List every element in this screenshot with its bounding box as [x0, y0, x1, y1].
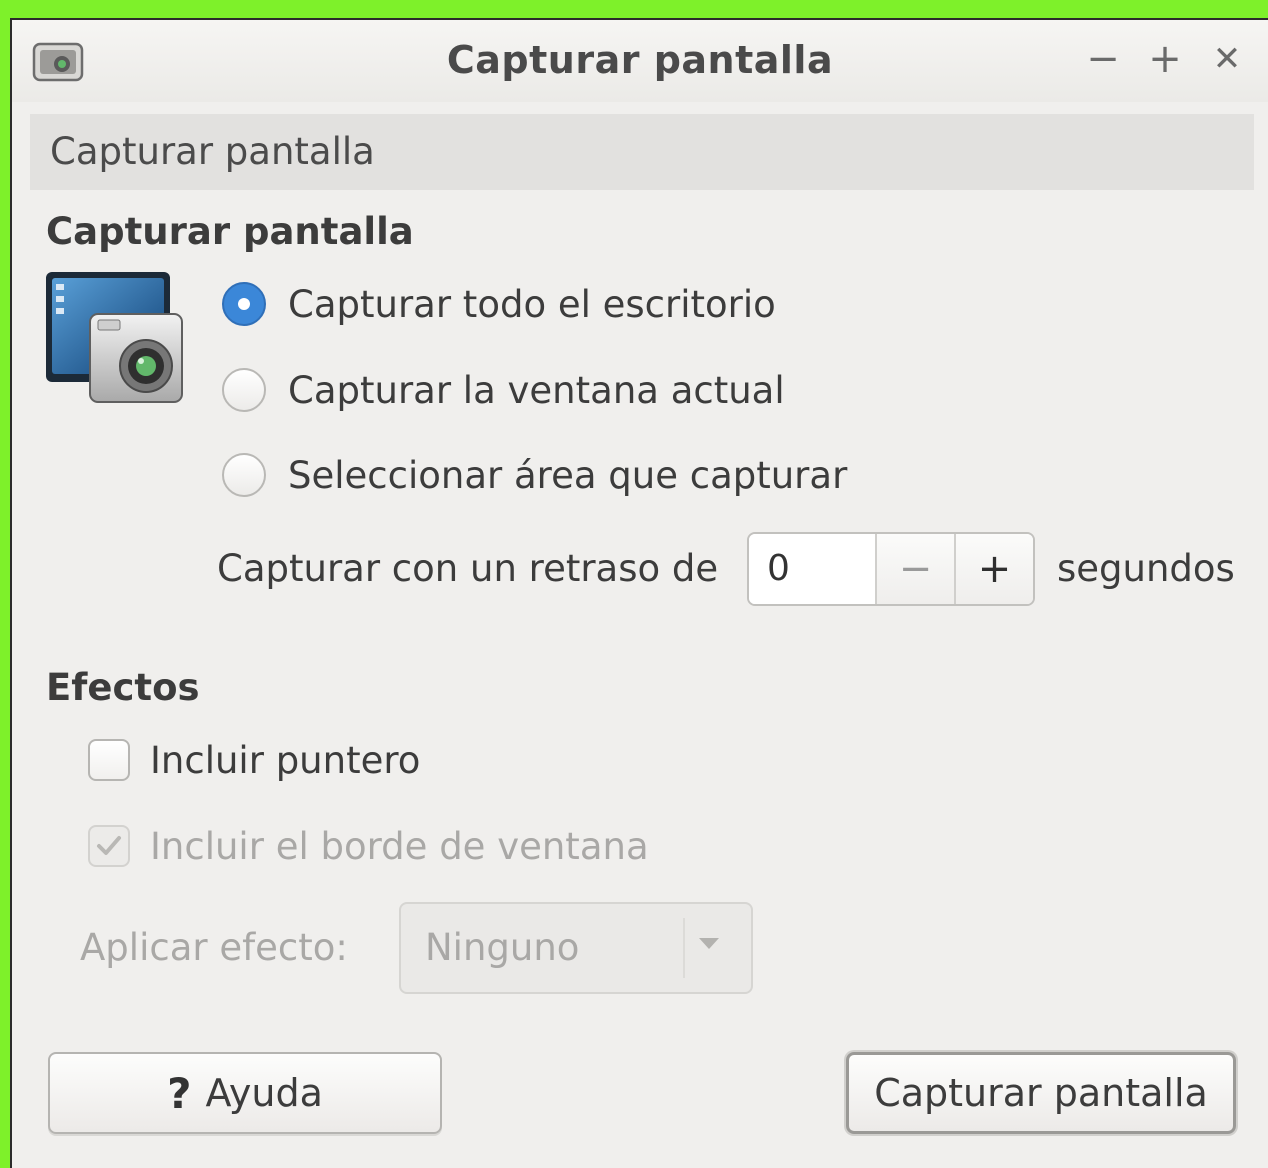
radio-label: Seleccionar área que capturar: [288, 453, 848, 497]
delay-spinbutton[interactable]: − +: [747, 532, 1035, 606]
radio-button[interactable]: [222, 453, 266, 497]
dropdown-separator: [683, 918, 685, 978]
effects-heading: Efectos: [46, 666, 200, 709]
checkmark-icon: [97, 836, 121, 855]
include-pointer-checkbox[interactable]: [88, 739, 130, 781]
radio-button[interactable]: [222, 368, 266, 412]
minimize-button[interactable]: −: [1080, 34, 1126, 84]
capture-heading: Capturar pantalla: [46, 210, 414, 253]
capture-button-label: Capturar pantalla: [874, 1071, 1208, 1115]
apply-effect-label: Aplicar efecto:: [80, 926, 348, 969]
radio-button-selected[interactable]: [222, 282, 266, 326]
include-border-option: Incluir el borde de ventana: [88, 816, 649, 876]
radio-capture-desktop[interactable]: Capturar todo el escritorio: [222, 274, 776, 334]
screenshot-dialog: Capturar pantalla − + ✕ Capturar pantall…: [10, 18, 1268, 1168]
include-pointer-label: Incluir puntero: [150, 738, 421, 782]
effect-dropdown-value: Ninguno: [425, 926, 580, 969]
title-bar[interactable]: Capturar pantalla − + ✕: [12, 20, 1268, 102]
help-icon: ?: [167, 1068, 192, 1118]
radio-select-area[interactable]: Seleccionar área que capturar: [222, 445, 847, 505]
radio-label: Capturar todo el escritorio: [288, 282, 776, 326]
screenshot-app-icon: [46, 272, 183, 403]
delay-unit: segundos: [1057, 547, 1235, 590]
increment-button[interactable]: +: [954, 534, 1033, 604]
include-border-checkbox: [88, 825, 130, 867]
delay-input[interactable]: [749, 534, 875, 604]
delay-label: Capturar con un retraso de: [217, 547, 719, 590]
close-button[interactable]: ✕: [1204, 34, 1250, 84]
chevron-down-icon: [699, 938, 719, 949]
include-pointer-option[interactable]: Incluir puntero: [88, 730, 420, 790]
maximize-button[interactable]: +: [1142, 34, 1188, 84]
include-border-label: Incluir el borde de ventana: [150, 824, 649, 868]
radio-capture-window[interactable]: Capturar la ventana actual: [222, 360, 785, 420]
decrement-button[interactable]: −: [875, 534, 954, 604]
capture-button[interactable]: Capturar pantalla: [846, 1052, 1236, 1134]
effect-dropdown: Ninguno: [399, 902, 753, 994]
section-banner: Capturar pantalla: [30, 114, 1254, 190]
help-button[interactable]: ? Ayuda: [48, 1052, 442, 1134]
section-banner-label: Capturar pantalla: [50, 130, 375, 173]
radio-label: Capturar la ventana actual: [288, 368, 785, 412]
help-button-label: Ayuda: [205, 1071, 323, 1115]
